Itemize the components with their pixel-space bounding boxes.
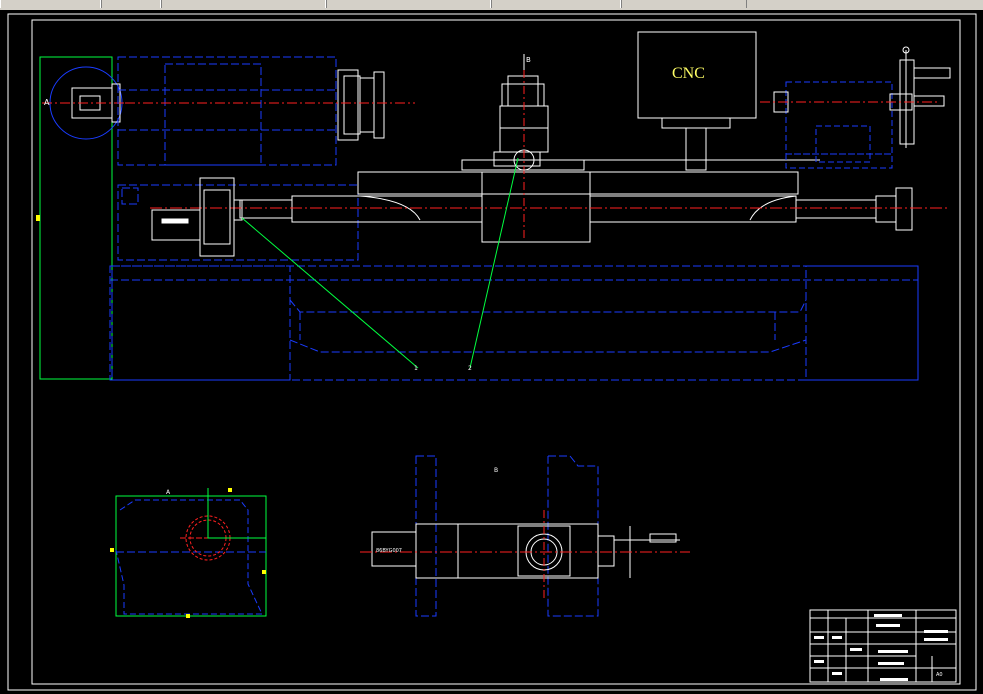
section-view-b: B 86BYG007 [360,455,690,617]
leader-line-2 [469,157,519,369]
sheet-size-label: A0 [936,672,943,678]
sheet-frame-inner [31,19,961,685]
section-view-a: A [110,488,267,618]
callout-leader-2: 2 [468,365,472,372]
leader-line-1 [241,217,419,369]
title-block: A0 [809,609,957,683]
headstock [117,56,359,261]
toolbar-segment[interactable] [0,0,102,8]
tailstock-handwheel [773,46,951,148]
toolbar-segment[interactable] [160,0,327,8]
chuck-body [337,69,385,141]
x-axis-motor [493,54,549,171]
drawing-canvas[interactable]: CNC A B 1 2 A B 86BYG007 A0 [0,10,983,694]
machine-bed [109,265,919,381]
left-end-view [39,56,130,380]
z-axis-motor [151,177,243,257]
grip-marker [36,215,40,221]
cross-slide [461,159,585,171]
motor-label: 86BYG007 [376,548,402,554]
carriage-block [481,171,591,243]
cad-drawing: CNC A B 1 2 A B 86BYG007 A0 [7,13,977,691]
cnc-controller: CNC [637,31,757,171]
callout-b-top: B [526,56,531,64]
toolbar-segment[interactable] [620,0,747,8]
callout-b-bottom: B [494,467,498,474]
callout-leader-1: 1 [414,365,418,372]
toolbar-segment[interactable] [100,0,162,8]
cnc-label: CNC [672,65,705,82]
tailstock [785,81,893,169]
callout-a-top: A [44,98,50,107]
toolbar-segment[interactable] [490,0,622,8]
lead-screw [239,171,913,231]
toolbar-segment[interactable] [325,0,492,8]
callout-a-bottom: A [166,489,171,496]
